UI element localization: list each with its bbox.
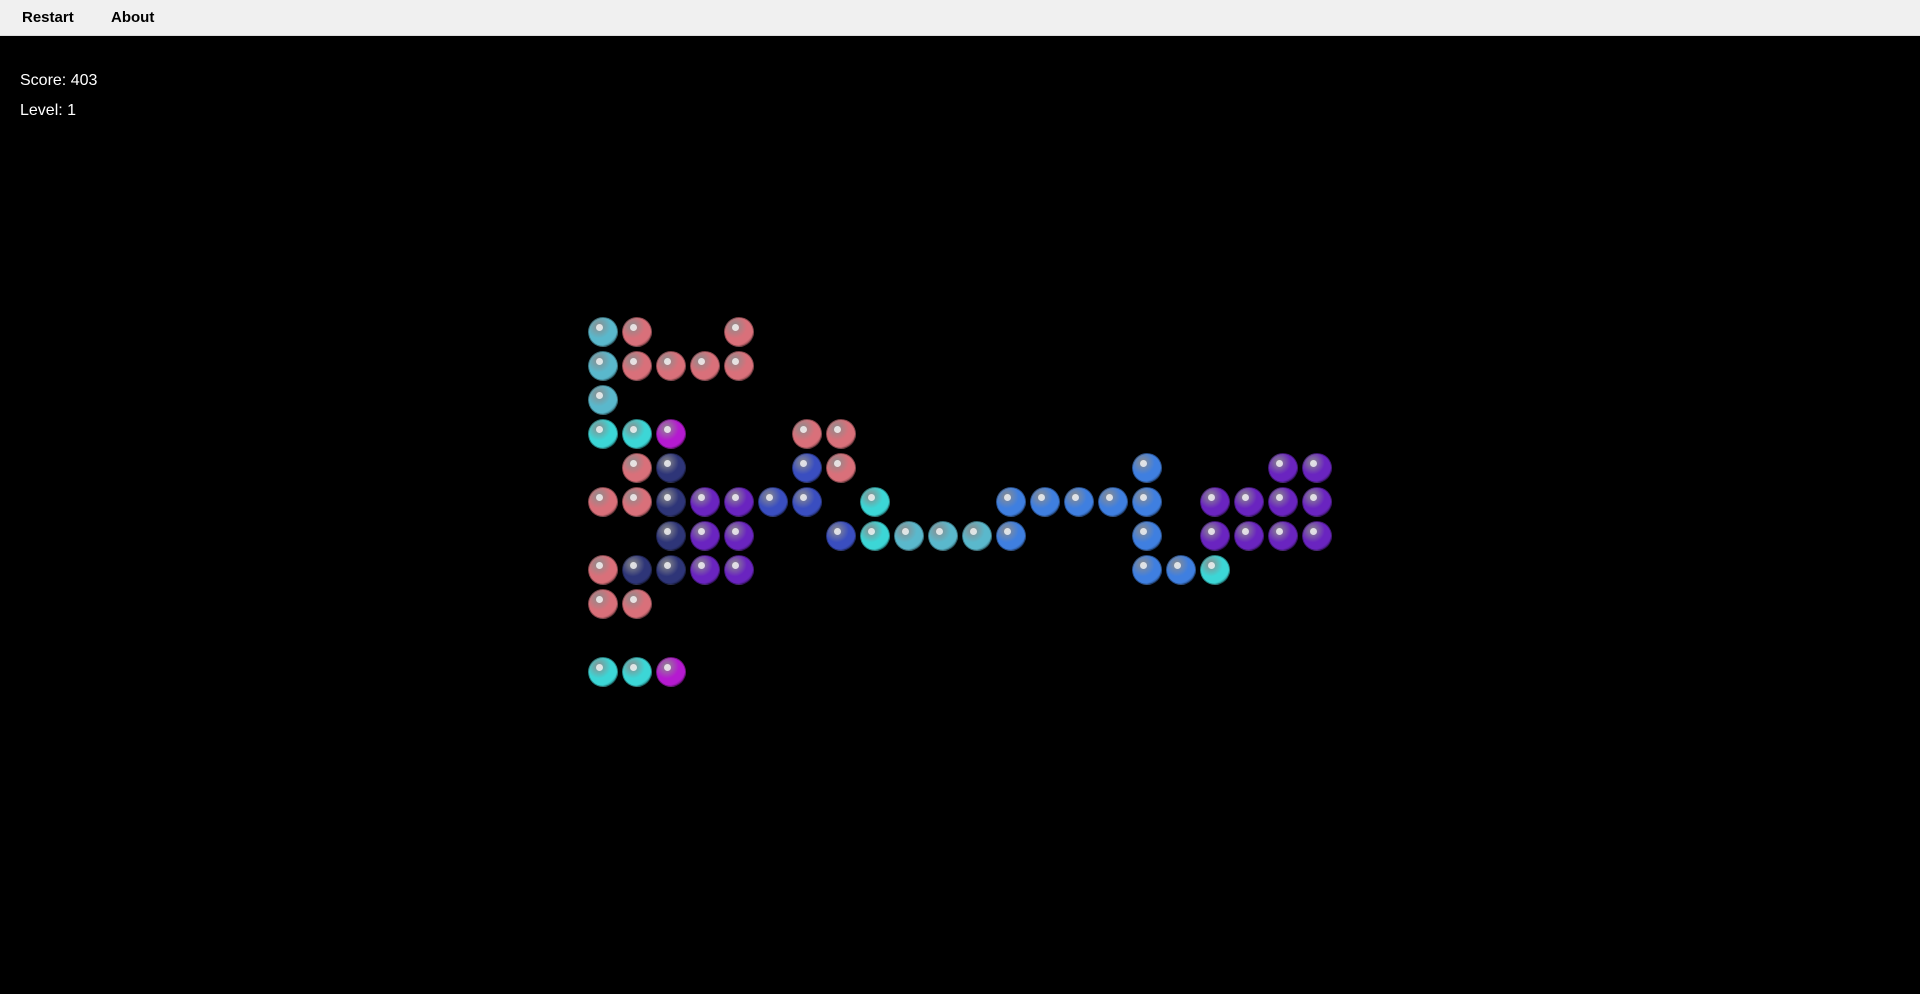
ball-purple[interactable] xyxy=(690,487,720,517)
ball-blue[interactable] xyxy=(1030,487,1060,517)
ball-royal[interactable] xyxy=(826,521,856,551)
ball-cyan[interactable] xyxy=(588,419,618,449)
ball-blue[interactable] xyxy=(1132,555,1162,585)
ball-royal[interactable] xyxy=(792,487,822,517)
next-ball-cyan[interactable] xyxy=(622,657,652,687)
ball-purple[interactable] xyxy=(1200,487,1230,517)
ball-pink[interactable] xyxy=(690,351,720,381)
ball-pink[interactable] xyxy=(792,419,822,449)
ball-blue[interactable] xyxy=(996,487,1026,517)
ball-purple[interactable] xyxy=(724,487,754,517)
ball-purple[interactable] xyxy=(724,521,754,551)
ball-navy[interactable] xyxy=(622,555,652,585)
ball-purple[interactable] xyxy=(724,555,754,585)
ball-purple[interactable] xyxy=(690,521,720,551)
ball-pink[interactable] xyxy=(588,555,618,585)
ball-cyan[interactable] xyxy=(622,419,652,449)
ball-navy[interactable] xyxy=(656,521,686,551)
ball-royal[interactable] xyxy=(792,453,822,483)
ball-pink[interactable] xyxy=(826,419,856,449)
ball-lightblue[interactable] xyxy=(588,385,618,415)
ball-royal[interactable] xyxy=(758,487,788,517)
ball-magenta[interactable] xyxy=(656,419,686,449)
ball-cyan[interactable] xyxy=(860,521,890,551)
ball-pink[interactable] xyxy=(656,351,686,381)
ball-lightblue[interactable] xyxy=(894,521,924,551)
ball-pink[interactable] xyxy=(724,351,754,381)
ball-blue[interactable] xyxy=(1132,453,1162,483)
ball-navy[interactable] xyxy=(656,555,686,585)
ball-pink[interactable] xyxy=(622,589,652,619)
ball-pink[interactable] xyxy=(622,317,652,347)
ball-purple[interactable] xyxy=(1268,521,1298,551)
ball-pink[interactable] xyxy=(588,487,618,517)
ball-purple[interactable] xyxy=(1302,521,1332,551)
ball-cyan[interactable] xyxy=(1200,555,1230,585)
ball-pink[interactable] xyxy=(622,453,652,483)
ball-pink[interactable] xyxy=(724,317,754,347)
ball-pink[interactable] xyxy=(588,589,618,619)
ball-pink[interactable] xyxy=(826,453,856,483)
ball-purple[interactable] xyxy=(1200,521,1230,551)
ball-purple[interactable] xyxy=(1234,521,1264,551)
ball-purple[interactable] xyxy=(1302,487,1332,517)
ball-lightblue[interactable] xyxy=(928,521,958,551)
ball-blue[interactable] xyxy=(1132,521,1162,551)
ball-purple[interactable] xyxy=(1234,487,1264,517)
ball-navy[interactable] xyxy=(656,453,686,483)
next-ball-magenta[interactable] xyxy=(656,657,686,687)
ball-purple[interactable] xyxy=(1268,453,1298,483)
ball-lightblue[interactable] xyxy=(962,521,992,551)
ball-blue[interactable] xyxy=(1098,487,1128,517)
ball-purple[interactable] xyxy=(1268,487,1298,517)
ball-purple[interactable] xyxy=(690,555,720,585)
game-board[interactable] xyxy=(0,0,1920,994)
ball-pink[interactable] xyxy=(622,351,652,381)
ball-blue[interactable] xyxy=(1132,487,1162,517)
ball-lightblue[interactable] xyxy=(588,351,618,381)
ball-blue[interactable] xyxy=(996,521,1026,551)
ball-navy[interactable] xyxy=(656,487,686,517)
ball-blue[interactable] xyxy=(1064,487,1094,517)
ball-lightblue[interactable] xyxy=(588,317,618,347)
next-ball-cyan[interactable] xyxy=(588,657,618,687)
ball-blue[interactable] xyxy=(1166,555,1196,585)
ball-pink[interactable] xyxy=(622,487,652,517)
ball-purple[interactable] xyxy=(1302,453,1332,483)
ball-cyan[interactable] xyxy=(860,487,890,517)
